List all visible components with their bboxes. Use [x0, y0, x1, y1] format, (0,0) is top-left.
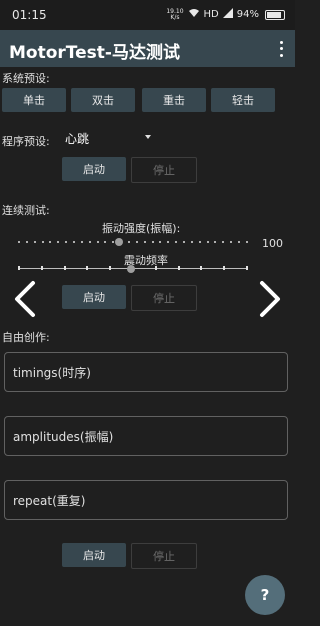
repeat-input[interactable]: repeat(重复) — [4, 480, 288, 520]
free-stop-button[interactable]: 停止 — [131, 543, 197, 569]
frequency-slider-thumb[interactable] — [126, 265, 135, 273]
intensity-slider-thumb[interactable] — [115, 238, 124, 246]
continuous-stop-button[interactable]: 停止 — [131, 285, 197, 311]
status-icons: 19.10 K/s HD 94% — [166, 8, 285, 21]
net-speed: 19.10 K/s — [166, 8, 183, 21]
continuous-start-button[interactable]: 启动 — [62, 285, 126, 309]
free-start-button[interactable]: 启动 — [62, 543, 126, 567]
program-stop-button[interactable]: 停止 — [131, 157, 197, 183]
preset-light-click-button[interactable]: 轻击 — [211, 88, 275, 112]
program-preset-selected: 心跳 — [65, 132, 90, 146]
frequency-slider[interactable] — [18, 264, 248, 274]
preset-double-click-button[interactable]: 双击 — [71, 88, 135, 112]
wifi-icon — [188, 8, 200, 21]
intensity-value: 100 — [262, 237, 283, 250]
timings-input[interactable]: timings(时序) — [4, 352, 288, 392]
battery-percent: 94% — [236, 9, 259, 20]
program-presets-label: 程序预设: — [2, 135, 50, 148]
intensity-slider[interactable] — [18, 237, 248, 247]
app-bar: MotorTest-马达测试 — [0, 30, 295, 67]
help-fab-button[interactable]: ? — [245, 575, 285, 615]
dropdown-arrow-icon — [145, 135, 151, 139]
net-speed-unit: K/s — [170, 13, 180, 21]
system-presets-label: 系统预设: — [2, 72, 50, 85]
chevron-left-icon[interactable] — [7, 279, 47, 319]
signal-icon — [222, 8, 233, 21]
program-preset-dropdown[interactable]: 心跳 — [65, 130, 155, 148]
overflow-menu-icon[interactable] — [275, 39, 287, 59]
network-type: HD — [203, 9, 219, 20]
amplitudes-placeholder: amplitudes(振幅) — [13, 429, 114, 444]
timings-placeholder: timings(时序) — [13, 365, 91, 380]
free-creation-label: 自由创作: — [2, 331, 50, 344]
chevron-right-icon[interactable] — [248, 279, 288, 319]
preset-click-button[interactable]: 单击 — [2, 88, 66, 112]
continuous-test-label: 连续测试: — [2, 204, 50, 217]
battery-icon — [265, 9, 285, 20]
status-time: 01:15 — [12, 8, 47, 22]
preset-heavy-click-button[interactable]: 重击 — [142, 88, 206, 112]
amplitudes-input[interactable]: amplitudes(振幅) — [4, 416, 288, 456]
app-title: MotorTest-马达测试 — [9, 43, 180, 63]
status-bar: 01:15 19.10 K/s HD 94% — [0, 0, 295, 30]
intensity-slider-track — [18, 241, 248, 243]
intensity-label: 振动强度(振幅): — [102, 222, 181, 235]
repeat-placeholder: repeat(重复) — [13, 493, 86, 508]
program-start-button[interactable]: 启动 — [62, 157, 126, 181]
